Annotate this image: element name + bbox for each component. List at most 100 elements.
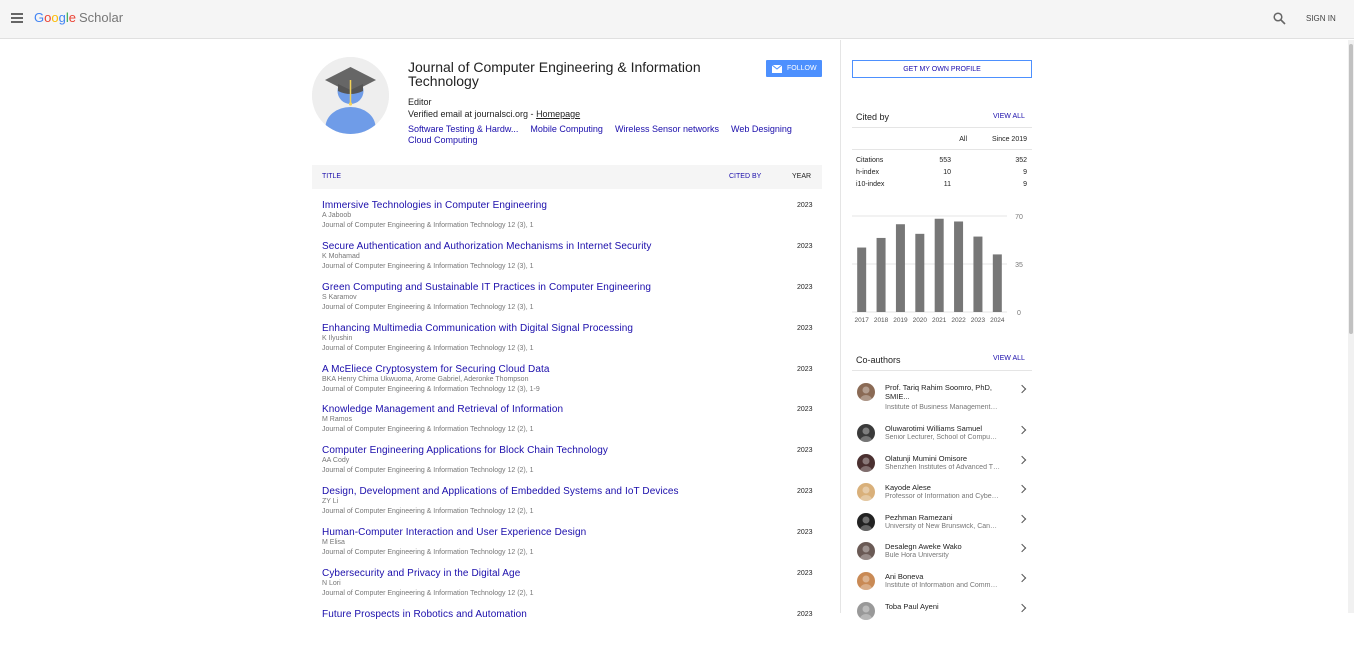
cited-by-view-all[interactable]: VIEW ALL xyxy=(993,113,1025,120)
search-icon[interactable] xyxy=(1273,12,1286,25)
article-title-link[interactable]: Enhancing Multimedia Communication with … xyxy=(322,323,633,334)
article-authors: BKA Henry Chima Ukwuoma, Arome Gabriel, … xyxy=(322,375,529,383)
scrollbar-thumb[interactable] xyxy=(1349,44,1353,334)
coauthor-item[interactable]: Pezhman Ramezani University of New Brunsw… xyxy=(852,507,1032,537)
article-venue: Journal of Computer Engineering & Inform… xyxy=(322,590,534,598)
stat-since: 9 xyxy=(1023,169,1027,176)
article-title-link[interactable]: Secure Authentication and Authorization … xyxy=(322,241,652,252)
chart-bar[interactable] xyxy=(876,237,886,312)
interest-link[interactable]: Wireless Sensor networks xyxy=(615,124,719,134)
stat-label[interactable]: h-index xyxy=(856,169,879,176)
coauthors-list: Prof. Tariq Rahim Soomro, PhD, SMIE... In… xyxy=(852,377,1032,625)
chart-bar[interactable] xyxy=(954,221,964,312)
chart-bar[interactable] xyxy=(992,254,1002,312)
homepage-link[interactable]: Homepage xyxy=(536,109,580,119)
coauthor-affiliation: University of New Brunswick, Can… xyxy=(885,522,998,530)
article-year: 2023 xyxy=(797,610,813,618)
article-venue: Journal of Computer Engineering & Inform… xyxy=(322,467,534,475)
sort-by-year[interactable]: YEAR xyxy=(792,173,811,180)
coauthor-item[interactable]: Prof. Tariq Rahim Soomro, PhD, SMIE... In… xyxy=(852,377,1032,418)
coauthor-avatar xyxy=(857,383,875,401)
coauthor-name: Ani Boneva xyxy=(885,571,924,581)
profile-avatar xyxy=(312,57,389,134)
coauthor-item[interactable]: Desalegn Aweke Wako Bule Hora University xyxy=(852,536,1032,566)
article-authors: K Mohamad xyxy=(322,252,360,260)
sort-by-cited[interactable]: CITED BY xyxy=(729,173,761,180)
article-title-link[interactable]: Human-Computer Interaction and User Expe… xyxy=(322,527,586,538)
article-venue: Journal of Computer Engineering & Inform… xyxy=(322,344,534,352)
chart-bar[interactable] xyxy=(973,236,983,312)
article-title-link[interactable]: Design, Development and Applications of … xyxy=(322,486,679,497)
article-title-link[interactable]: Immersive Technologies in Computer Engin… xyxy=(322,200,547,211)
stat-row: h-index 10 9 xyxy=(856,169,1027,176)
divider xyxy=(852,370,1032,371)
article-authors: M Ramos xyxy=(322,416,352,424)
article-title-link[interactable]: Computer Engineering Applications for Bl… xyxy=(322,445,608,456)
coauthor-affiliation: Bule Hora University xyxy=(885,552,949,560)
article-title-link[interactable]: Future Prospects in Robotics and Automat… xyxy=(322,609,527,620)
stat-all: 553 xyxy=(939,157,951,164)
article-row: A McEliece Cryptosystem for Securing Clo… xyxy=(312,363,822,404)
chart-bar[interactable] xyxy=(857,247,867,312)
coauthor-item[interactable]: Olatunji Mumini Omisore Shenzhen Institut… xyxy=(852,448,1032,478)
chevron-right-icon xyxy=(1017,384,1027,394)
article-title-link[interactable]: Green Computing and Sustainable IT Pract… xyxy=(322,282,651,293)
x-tick-label: 2020 xyxy=(913,317,928,324)
chart-bar[interactable] xyxy=(915,233,925,312)
coauthor-name: Oluwarotimi Williams Samuel xyxy=(885,424,983,433)
article-title-link[interactable]: A McEliece Cryptosystem for Securing Clo… xyxy=(322,364,550,375)
sort-by-title[interactable]: TITLE xyxy=(322,173,341,180)
article-row: Knowledge Management and Retrieval of In… xyxy=(312,403,822,444)
article-title-link[interactable]: Knowledge Management and Retrieval of In… xyxy=(322,404,563,415)
coauthor-avatar xyxy=(857,483,875,502)
article-venue: Journal of Computer Engineering & Inform… xyxy=(322,262,534,270)
sign-in-link[interactable]: SIGN IN xyxy=(1306,14,1336,23)
y-tick-label: 0 xyxy=(1017,310,1021,317)
article-venue: Journal of Computer Engineering & Inform… xyxy=(322,549,534,557)
interest-link[interactable]: Software Testing & Hardw... xyxy=(408,124,518,134)
research-interests: Software Testing & Hardw... Mobile Comput… xyxy=(408,124,818,146)
chevron-right-icon xyxy=(1017,514,1027,524)
coauthor-item[interactable]: Toba Paul Ayeni xyxy=(852,596,1032,626)
stat-label[interactable]: Citations xyxy=(856,157,883,164)
interest-link[interactable]: Web Designing xyxy=(731,124,792,134)
divider xyxy=(852,149,1032,150)
article-year: 2023 xyxy=(797,324,813,332)
article-row: Future Prospects in Robotics and Automat… xyxy=(312,608,822,649)
article-venue: Journal of Computer Engineering & Inform… xyxy=(322,508,534,516)
article-authors: N Lori xyxy=(322,580,341,588)
article-row: Immersive Technologies in Computer Engin… xyxy=(312,199,822,240)
coauthor-affiliation: Shenzhen Institutes of Advanced T… xyxy=(885,463,1001,471)
coauthor-avatar xyxy=(857,424,875,442)
interest-link[interactable]: Mobile Computing xyxy=(530,124,603,134)
coauthor-avatar xyxy=(857,542,875,561)
coauthor-affiliation: Institute of Information and Comm… xyxy=(885,581,998,589)
coauthor-item[interactable]: Ani Boneva Institute of Information and C… xyxy=(852,566,1032,596)
stat-row: Citations 553 352 xyxy=(856,157,1027,164)
coauthors-title: Co-authors xyxy=(856,355,901,365)
coauthor-item[interactable]: Kayode Alese Professor of Information and… xyxy=(852,477,1032,507)
scrollbar[interactable] xyxy=(1348,40,1354,613)
follow-button[interactable]: FOLLOW xyxy=(766,60,822,77)
coauthor-item[interactable]: Oluwarotimi Williams Samuel Senior Lectur… xyxy=(852,418,1032,448)
coauthor-name: Kayode Alese xyxy=(885,483,931,493)
interest-link[interactable]: Cloud Computing xyxy=(408,135,478,145)
x-tick-label: 2017 xyxy=(854,317,869,324)
stat-label[interactable]: i10-index xyxy=(856,181,884,188)
coauthors-view-all[interactable]: VIEW ALL xyxy=(993,355,1025,362)
coauthor-avatar xyxy=(857,601,875,620)
article-title-link[interactable]: Cybersecurity and Privacy in the Digital… xyxy=(322,568,520,579)
chevron-right-icon xyxy=(1017,573,1027,583)
menu-icon[interactable] xyxy=(11,13,23,23)
get-my-own-profile-button[interactable]: GET MY OWN PROFILE xyxy=(852,60,1032,78)
graduate-avatar-icon xyxy=(312,57,389,134)
coauthor-avatar xyxy=(857,571,875,590)
google-scholar-logo[interactable]: Google Scholar xyxy=(34,10,123,25)
chart-bar[interactable] xyxy=(934,218,944,312)
chart-bar[interactable] xyxy=(895,224,905,312)
article-authors: ZY Li xyxy=(322,498,339,506)
profile-name: Journal of Computer Engineering & Inform… xyxy=(408,59,701,89)
coauthor-avatar xyxy=(857,453,875,472)
coauthor-name: Desalegn Aweke Wako xyxy=(885,542,962,552)
x-tick-label: 2022 xyxy=(951,317,966,324)
